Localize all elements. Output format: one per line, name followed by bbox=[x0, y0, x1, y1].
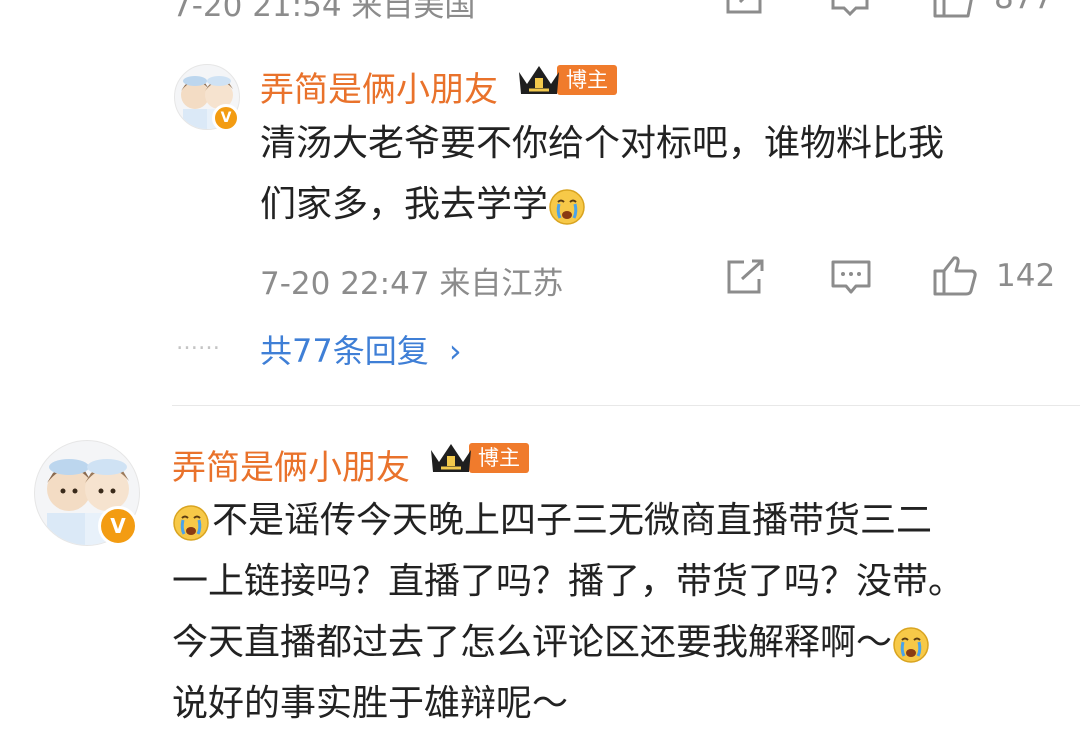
top-time-location: 7-20 21:54 来自美国 bbox=[172, 0, 476, 24]
comment-crown-icon bbox=[429, 440, 473, 476]
reply-verified-badge-icon: V bbox=[212, 104, 240, 132]
reply-text: 清汤大老爷要不你给个对标吧，谁物料比我 们家多，我去学学 bbox=[260, 113, 1060, 235]
reply-like-count: 142 bbox=[996, 258, 1056, 294]
blogger-tag: 博主 bbox=[557, 65, 617, 95]
share-icon[interactable] bbox=[724, 0, 764, 16]
comment-blogger-badge: 博主 bbox=[429, 442, 529, 474]
reply-comment-icon[interactable] bbox=[830, 259, 872, 297]
comment-icon[interactable] bbox=[830, 0, 870, 16]
reply-username[interactable]: 弄简是俩小朋友 bbox=[260, 62, 498, 111]
reply-thumbs-up-icon[interactable] bbox=[932, 255, 978, 297]
crown-icon bbox=[517, 62, 561, 98]
view-replies-label: 共77条回复 bbox=[260, 332, 429, 370]
comment-text-line-2: 一上链接吗？直播了吗？播了，带货了吗？没带。 bbox=[172, 561, 965, 602]
comment-text-line-1: 不是谣传今天晚上四子三无微商直播带货三二 bbox=[172, 490, 1072, 551]
crying-face-emoji-icon bbox=[548, 184, 586, 225]
reply-text-line-2: 们家多，我去学学 bbox=[260, 174, 1060, 235]
top-like-count: 877 bbox=[994, 0, 1053, 16]
comment-text-line-4: 说好的事实胜于雄辩呢～ bbox=[172, 683, 569, 724]
thumbs-up-icon[interactable] bbox=[932, 0, 976, 18]
comment-crying-face-emoji-icon-2 bbox=[892, 622, 930, 663]
comment-text: 不是谣传今天晚上四子三无微商直播带货三二 一上链接吗？直播了吗？播了，带货了吗？… bbox=[172, 490, 1072, 734]
comment-verified-badge-icon: V bbox=[98, 506, 138, 546]
divider bbox=[172, 405, 1080, 406]
comment-text-line-3: 今天直播都过去了怎么评论区还要我解释啊～ bbox=[172, 612, 1072, 673]
reply-time-location: 7-20 22:47 来自江苏 bbox=[260, 266, 564, 302]
comment-crying-face-emoji-icon bbox=[172, 500, 210, 541]
chevron-right-icon: › bbox=[448, 332, 462, 370]
reply-text-line-1: 清汤大老爷要不你给个对标吧，谁物料比我 bbox=[260, 123, 945, 164]
reply-blogger-badge: 博主 bbox=[517, 64, 617, 96]
reply-share-icon[interactable] bbox=[726, 259, 766, 295]
more-replies-dots: …… bbox=[176, 330, 220, 355]
comment-username[interactable]: 弄简是俩小朋友 bbox=[172, 440, 410, 489]
view-replies-link[interactable]: 共77条回复 › bbox=[260, 326, 462, 372]
comment-blogger-tag: 博主 bbox=[469, 443, 529, 473]
